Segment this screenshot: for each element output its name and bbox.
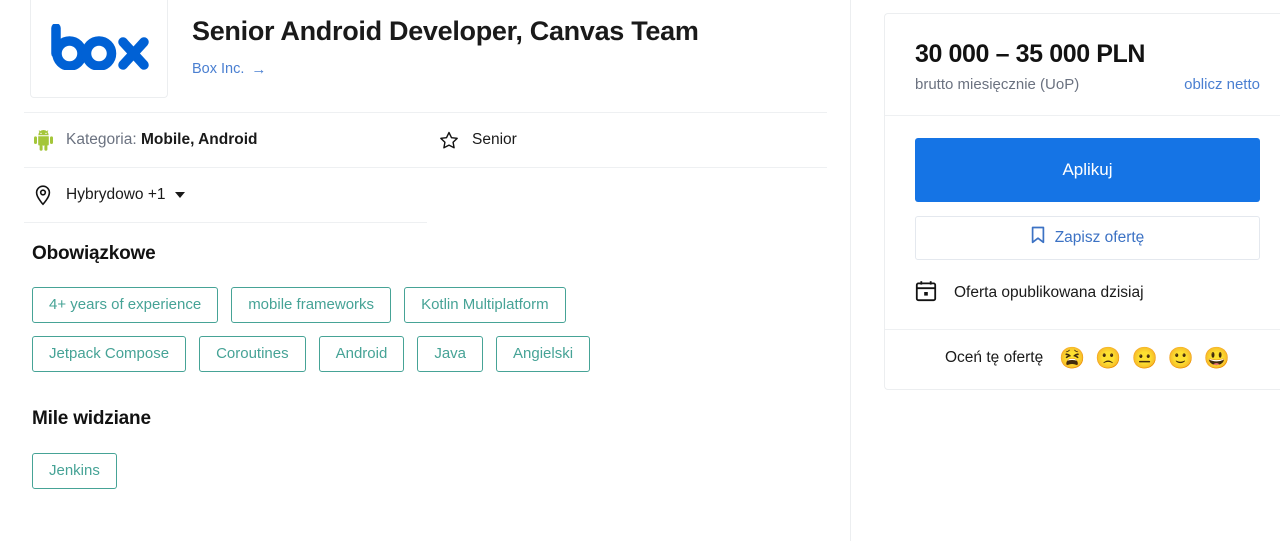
nice-skills-list: Jenkins [24,453,664,489]
rating-emoji-3[interactable]: 😐 [1132,348,1158,369]
box-logo-icon [51,23,149,70]
skill-tag: Coroutines [199,336,306,372]
category-label: Kategoria: [66,131,137,148]
salary-amount: 30 000 – 35 000 PLN [915,40,1146,68]
skill-tag: Android [318,336,405,372]
skill-tag: Jenkins [32,453,117,489]
rating-emoji-1[interactable]: 😫 [1059,348,1085,369]
arrow-right-icon: → [251,60,267,78]
category-text: Kategoria: Mobile, Android [66,131,258,149]
rating-emoji-4[interactable]: 🙂 [1168,348,1194,369]
skill-tag: mobile frameworks [231,287,392,323]
offer-header: Senior Android Developer, Canvas Team Bo… [24,0,826,112]
location-value-wrap[interactable]: Hybrydowo +1 [66,186,185,204]
location-item[interactable]: Hybrydowo +1 [32,184,185,206]
page-title: Senior Android Developer, Canvas Team [192,16,699,46]
skill-tag: Java [417,336,483,372]
skill-tag: Kotlin Multiplatform [404,287,566,323]
location-row: Hybrydowo +1 [24,168,826,222]
star-icon [438,129,460,151]
required-skills-list: 4+ years of experience mobile frameworks… [24,287,664,372]
company-profile-link[interactable]: Box Inc. → [192,61,266,77]
apply-button[interactable]: Aplikuj [915,137,1260,202]
seniority-value: Senior [472,131,517,148]
skill-tag: Angielski [496,336,591,372]
header-text-block: Senior Android Developer, Canvas Team Bo… [192,0,699,78]
job-offer-page: Senior Android Developer, Canvas Team Bo… [0,0,1280,541]
save-offer-button[interactable]: Zapisz ofertę [915,215,1260,260]
salary-sub-row: brutto miesięcznie (UoP) oblicz netto [915,76,1260,93]
android-icon [32,129,54,151]
location-value: Hybrydowo +1 [66,186,166,203]
seniority-item: Senior [438,129,517,151]
rating-emoji-2[interactable]: 🙁 [1095,348,1121,369]
chevron-down-icon [174,192,185,198]
salary-block: 30 000 – 35 000 PLN brutto miesięcznie (… [885,14,1280,115]
save-offer-label: Zapisz ofertę [1054,228,1145,246]
required-skills-title: Obowiązkowe [32,243,156,264]
published-label: Oferta opublikowana dzisiaj [954,284,1144,301]
calendar-icon [915,280,937,307]
job-details-column: Senior Android Developer, Canvas Team Bo… [0,0,850,541]
rate-offer-label: Oceń tę ofertę [944,349,1044,366]
rating-emoji-5[interactable]: 😃 [1204,348,1230,369]
action-block: Aplikuj Zapisz ofertę Oferta opublikowan… [885,116,1280,329]
category-item: Kategoria: Mobile, Android [32,129,438,151]
salary-subtitle: brutto miesięcznie (UoP) [915,75,1080,93]
published-row: Oferta opublikowana dzisiaj [915,260,1260,329]
location-pin-icon [32,184,54,206]
company-name-label: Box Inc. [192,61,245,78]
company-logo[interactable] [30,0,168,98]
rating-emoji-group: 😫 🙁 😐 🙂 😃 [1059,348,1230,369]
divider-bottom [24,222,427,223]
bookmark-icon [1031,226,1045,249]
column-divider [850,0,851,541]
offer-sidebar-card: 30 000 – 35 000 PLN brutto miesięcznie (… [884,13,1280,390]
skill-tag: 4+ years of experience [32,287,219,323]
category-seniority-row: Kategoria: Mobile, Android Senior [24,113,826,167]
nice-skills-title: Mile widziane [32,408,151,429]
category-value: Mobile, Android [140,131,258,148]
rate-offer-row: Oceń tę ofertę 😫 🙁 😐 🙂 😃 [885,330,1280,389]
skill-tag: Jetpack Compose [32,336,187,372]
calculate-net-link[interactable]: oblicz netto [1184,76,1260,93]
